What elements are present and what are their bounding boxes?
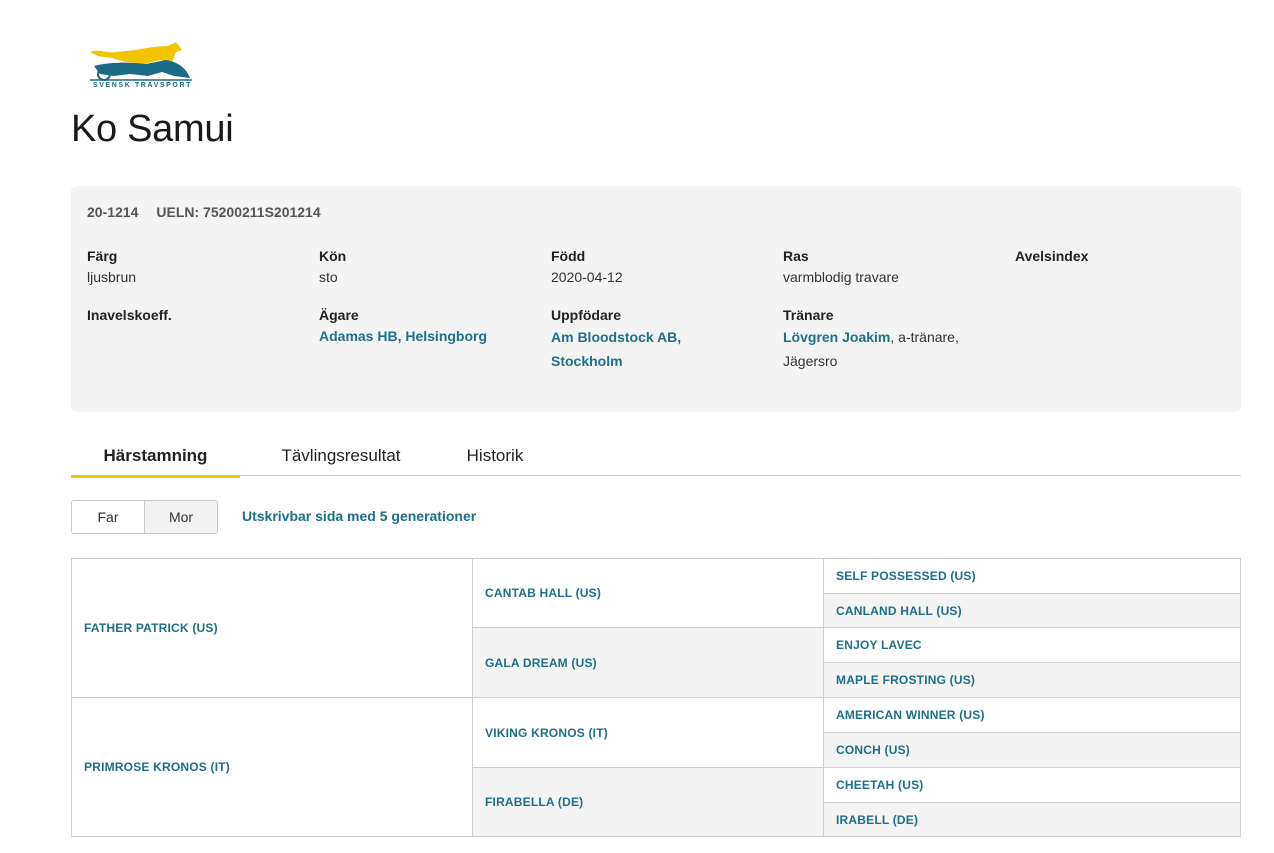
color-label: Färg bbox=[87, 248, 118, 264]
pedigree-gen3-3[interactable]: ENJOY LAVEC bbox=[824, 628, 1240, 663]
breeder-line-1: Am Bloodstock AB, bbox=[551, 329, 682, 345]
breeder-line-2: Stockholm bbox=[551, 353, 623, 369]
breed-value: varmblodig travare bbox=[783, 269, 899, 285]
owner-label: Ägare bbox=[319, 307, 359, 323]
pedigree-sire[interactable]: FATHER PATRICK (US) bbox=[72, 559, 473, 698]
trainer-link[interactable]: Lövgren Joakim bbox=[783, 329, 890, 345]
breed-field: Ras varmblodig travare bbox=[783, 246, 899, 288]
born-label: Född bbox=[551, 248, 586, 264]
sire-dam-toggle: Far Mor bbox=[71, 500, 218, 534]
pedigree-dam[interactable]: PRIMROSE KRONOS (IT) bbox=[72, 698, 473, 836]
sex-field: Kön sto bbox=[319, 246, 346, 288]
inbreeding-label: Inavelskoeff. bbox=[87, 307, 172, 323]
color-value: ljusbrun bbox=[87, 269, 137, 285]
pedigree-table: FATHER PATRICK (US) PRIMROSE KRONOS (IT)… bbox=[71, 558, 1241, 837]
trainer-label: Tränare bbox=[783, 307, 834, 323]
printable-pedigree-link[interactable]: Utskrivbar sida med 5 generationer bbox=[242, 508, 476, 524]
horse-info-panel: 20-1214 UELN: 75200211S201214 Färg ljusbr… bbox=[71, 186, 1241, 412]
sex-label: Kön bbox=[319, 248, 347, 264]
pedigree-gen2-2[interactable]: GALA DREAM (US) bbox=[473, 628, 824, 698]
pedigree-gen2-4[interactable]: FIRABELLA (DE) bbox=[473, 768, 824, 836]
horse-ids: 20-1214 UELN: 75200211S201214 bbox=[87, 204, 339, 220]
ueln-number: UELN: 75200211S201214 bbox=[156, 204, 321, 220]
trainer-role: , a-tränare, bbox=[890, 329, 959, 345]
pedigree-gen3-4[interactable]: MAPLE FROSTING (US) bbox=[824, 663, 1240, 698]
pedigree-gen3-7[interactable]: CHEETAH (US) bbox=[824, 768, 1240, 803]
color-field: Färg ljusbrun bbox=[87, 246, 136, 288]
pedigree-gen3-8[interactable]: IRABELL (DE) bbox=[824, 803, 1240, 836]
owner-link[interactable]: Adamas HB, Helsingborg bbox=[319, 328, 487, 344]
pedigree-gen3-1[interactable]: SELF POSSESSED (US) bbox=[824, 559, 1240, 594]
breeder-field: Uppfödare Am Bloodstock AB, Stockholm bbox=[551, 305, 681, 373]
breeding-index-field: Avelsindex bbox=[1015, 246, 1088, 266]
pedigree-gen3-6[interactable]: CONCH (US) bbox=[824, 733, 1240, 768]
pedigree-gen2-1[interactable]: CANTAB HALL (US) bbox=[473, 559, 824, 628]
born-value: 2020-04-12 bbox=[551, 269, 623, 285]
page-title: Ko Samui bbox=[71, 108, 234, 150]
pedigree-gen3-2[interactable]: CANLAND HALL (US) bbox=[824, 594, 1240, 628]
tab-bar: Härstamning Tävlingsresultat Historik bbox=[71, 436, 1241, 478]
tab-history[interactable]: Historik bbox=[445, 436, 545, 476]
breeding-index-label: Avelsindex bbox=[1015, 248, 1089, 264]
mor-button[interactable]: Mor bbox=[144, 501, 217, 533]
trainer-field: Tränare Lövgren Joakim, a-tränare, Jägers… bbox=[783, 305, 959, 373]
tab-pedigree[interactable]: Härstamning bbox=[71, 436, 240, 478]
registration-number: 20-1214 bbox=[87, 204, 139, 220]
pedigree-gen2-3[interactable]: VIKING KRONOS (IT) bbox=[473, 698, 824, 768]
trainer-place: Jägersro bbox=[783, 353, 838, 369]
breeder-label: Uppfödare bbox=[551, 307, 621, 323]
born-field: Född 2020-04-12 bbox=[551, 246, 623, 288]
breed-label: Ras bbox=[783, 248, 809, 264]
inbreeding-field: Inavelskoeff. bbox=[87, 305, 172, 325]
pedigree-gen3-5[interactable]: AMERICAN WINNER (US) bbox=[824, 698, 1240, 733]
far-button[interactable]: Far bbox=[72, 501, 144, 533]
owner-field: Ägare Adamas HB, Helsingborg bbox=[319, 305, 487, 347]
breeder-link[interactable]: Am Bloodstock AB, Stockholm bbox=[551, 325, 681, 373]
tab-race-results[interactable]: Tävlingsresultat bbox=[261, 436, 421, 476]
logo-text: SVENSK TRAVSPORT bbox=[93, 82, 192, 89]
sex-value: sto bbox=[319, 269, 338, 285]
